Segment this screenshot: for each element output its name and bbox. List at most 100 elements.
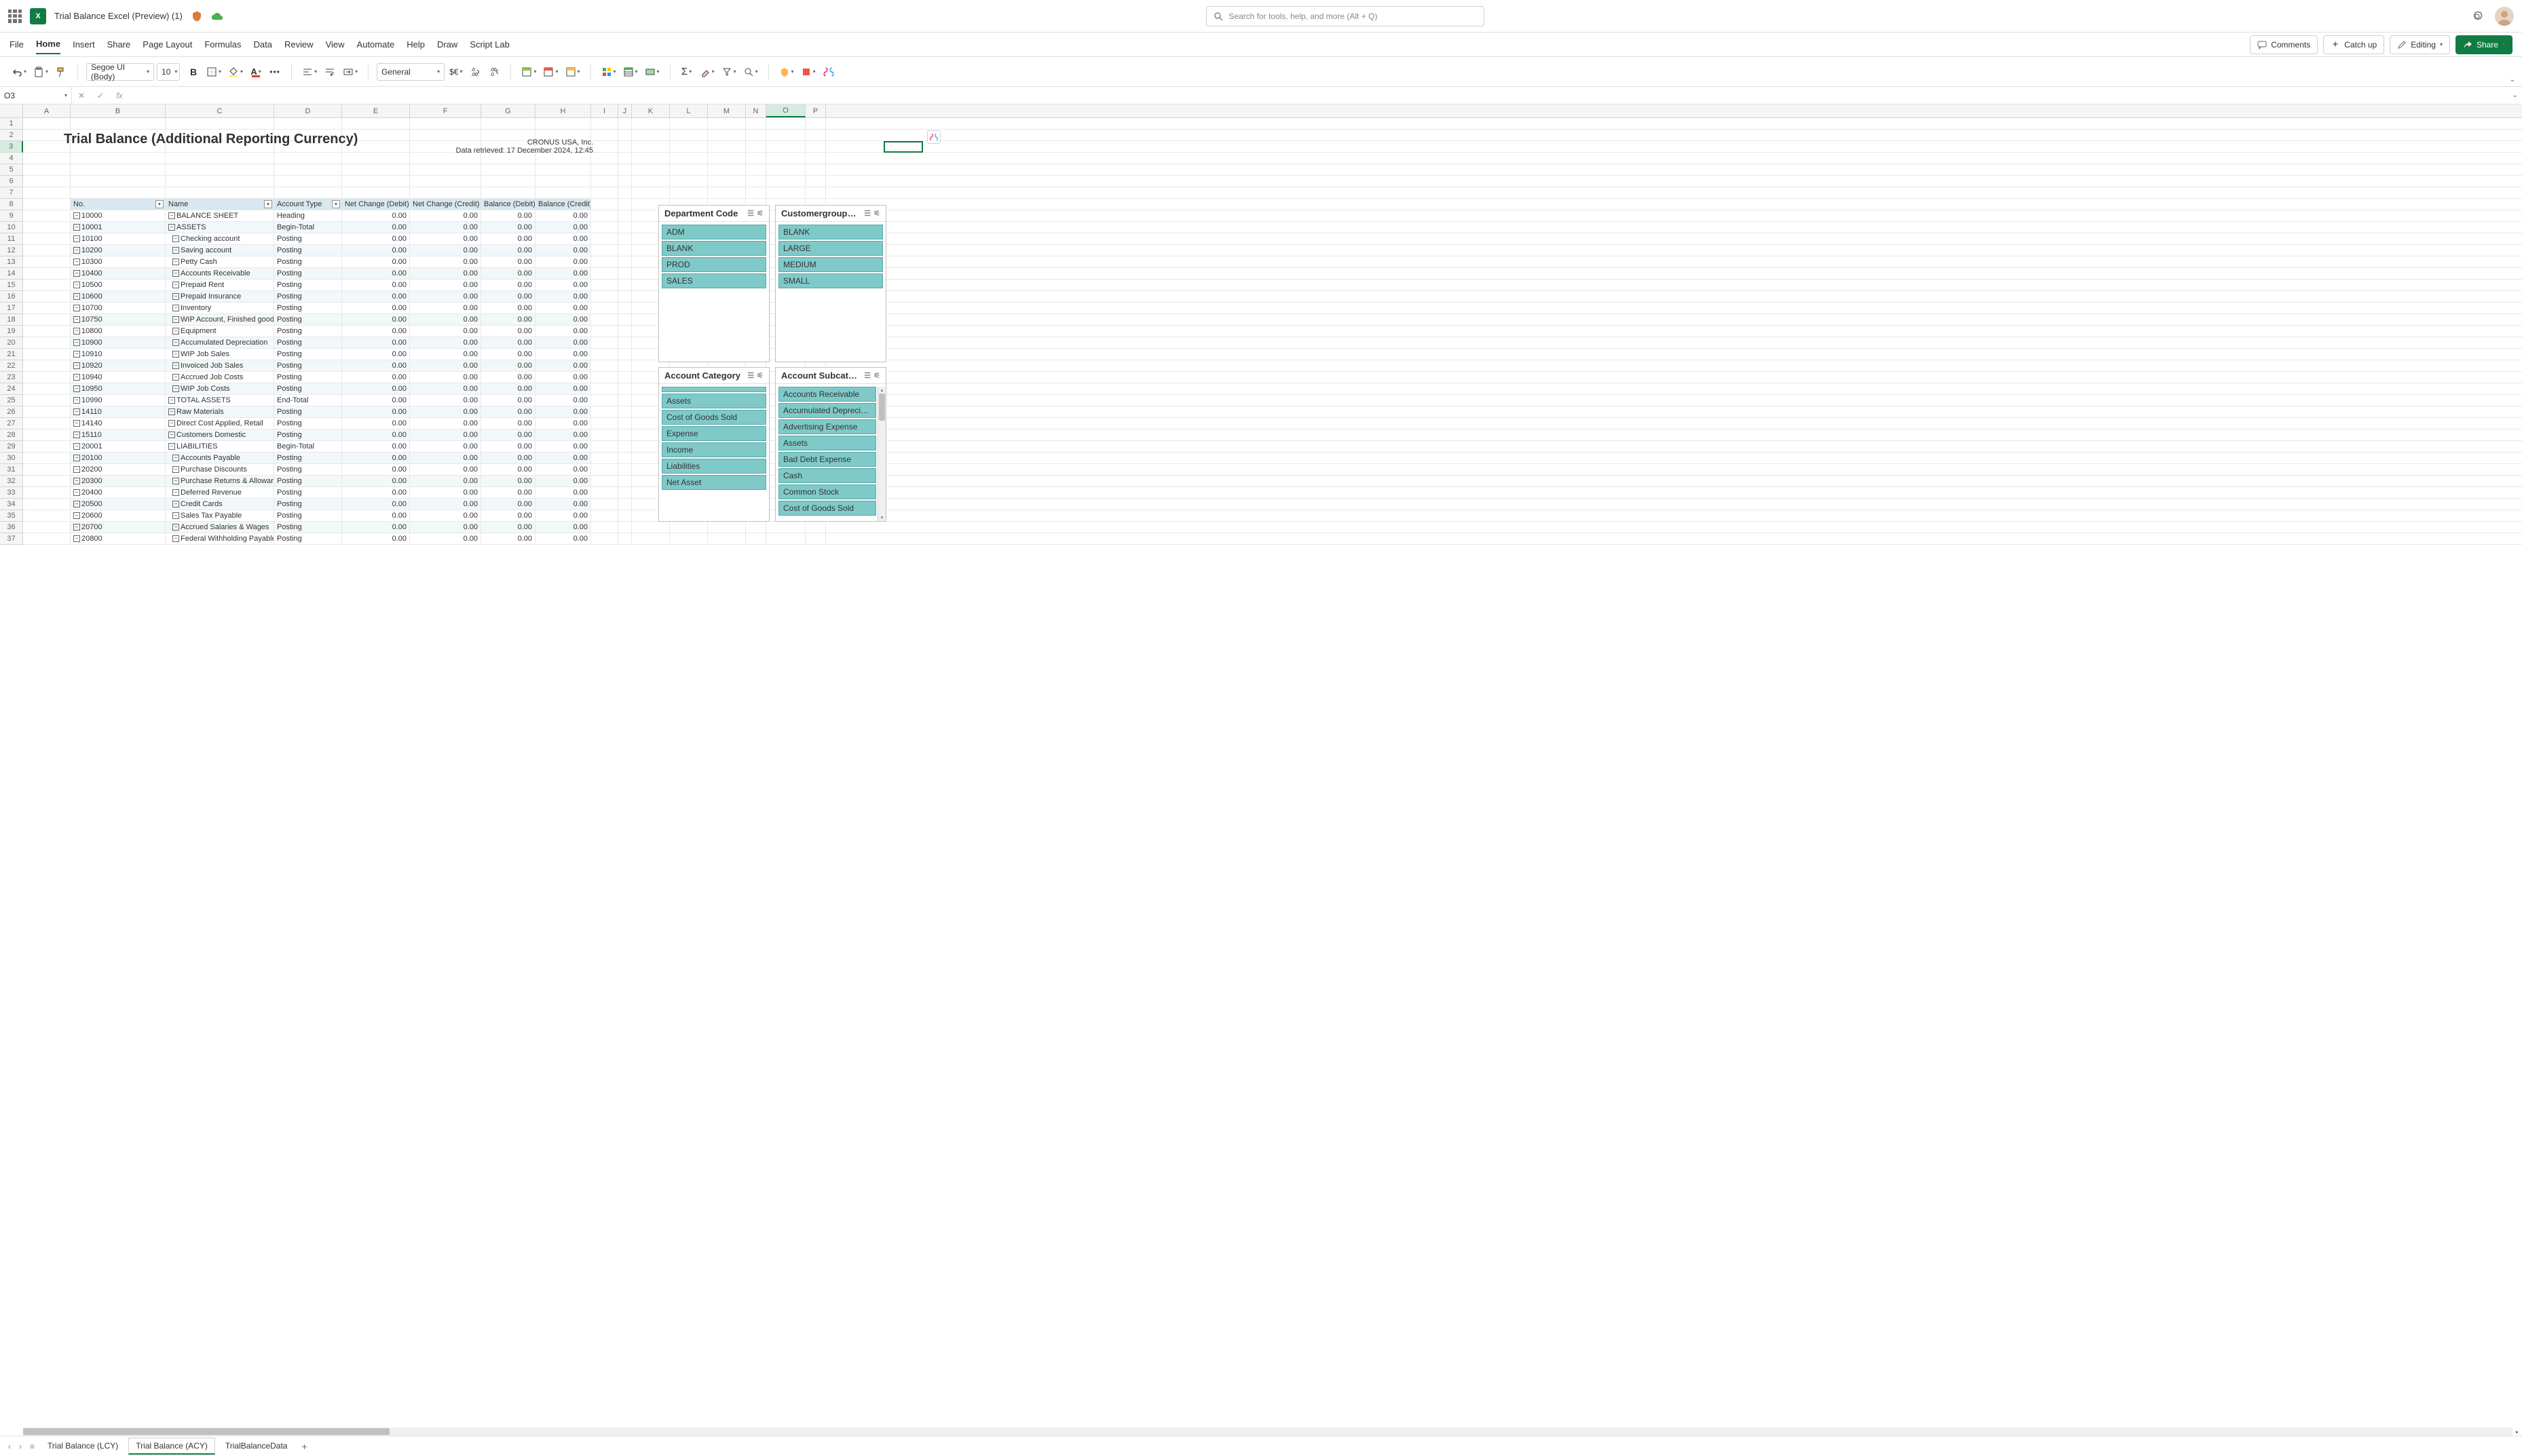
column-header[interactable]: I: [591, 104, 618, 117]
cell[interactable]: −Sales Tax Payable: [166, 510, 274, 521]
cell[interactable]: [342, 164, 410, 175]
cell[interactable]: [670, 141, 708, 152]
cell[interactable]: 0.00: [410, 533, 481, 544]
cell[interactable]: [618, 118, 632, 129]
cell[interactable]: [618, 487, 632, 498]
cell[interactable]: [618, 199, 632, 210]
cell[interactable]: Balance (Credit): [535, 199, 591, 210]
cell[interactable]: 0.00: [535, 453, 591, 463]
cell[interactable]: Posting: [274, 453, 342, 463]
find-button[interactable]: ▾: [741, 62, 760, 81]
outline-toggle-icon[interactable]: −: [172, 339, 179, 346]
cell[interactable]: [591, 130, 618, 140]
row-header[interactable]: 33: [0, 487, 23, 499]
cell[interactable]: 0.00: [342, 406, 410, 417]
cell[interactable]: [23, 499, 71, 510]
cell[interactable]: [274, 164, 342, 175]
cell[interactable]: [708, 187, 746, 198]
cell[interactable]: 0.00: [410, 245, 481, 256]
row-header[interactable]: 13: [0, 256, 23, 268]
cell[interactable]: Posting: [274, 487, 342, 498]
cancel-formula-icon[interactable]: ✕: [72, 91, 91, 100]
slicer-item[interactable]: Accumulated Depreci…: [778, 403, 876, 418]
cell[interactable]: 0.00: [535, 337, 591, 348]
cell[interactable]: Posting: [274, 314, 342, 325]
cell[interactable]: [670, 118, 708, 129]
cell[interactable]: [23, 464, 71, 475]
cell[interactable]: 0.00: [481, 418, 535, 429]
cell[interactable]: [746, 187, 766, 198]
cell[interactable]: 0.00: [481, 383, 535, 394]
cell[interactable]: [23, 256, 71, 267]
outline-toggle-icon[interactable]: −: [73, 489, 80, 496]
all-sheets-icon[interactable]: ≡: [27, 1442, 37, 1451]
outline-toggle-icon[interactable]: −: [172, 258, 179, 265]
menu-tab-data[interactable]: Data: [254, 35, 272, 54]
outline-toggle-icon[interactable]: −: [73, 524, 80, 531]
outline-toggle-icon[interactable]: −: [73, 466, 80, 473]
cell[interactable]: [632, 153, 670, 164]
cell[interactable]: 0.00: [481, 441, 535, 452]
cell[interactable]: −Credit Cards: [166, 499, 274, 510]
cell[interactable]: [618, 337, 632, 348]
cell[interactable]: −Accumulated Depreciation: [166, 337, 274, 348]
cell[interactable]: [618, 533, 632, 544]
cell[interactable]: 0.00: [481, 303, 535, 313]
cell[interactable]: [766, 130, 806, 140]
cell[interactable]: [23, 164, 71, 175]
slicer-item[interactable]: Cash: [778, 468, 876, 483]
cell[interactable]: [618, 291, 632, 302]
column-header[interactable]: J: [618, 104, 632, 117]
cell[interactable]: Posting: [274, 245, 342, 256]
outline-toggle-icon[interactable]: −: [73, 258, 80, 265]
cell[interactable]: [166, 187, 274, 198]
cell[interactable]: [708, 522, 746, 533]
row-header[interactable]: 29: [0, 441, 23, 453]
cell[interactable]: 0.00: [342, 245, 410, 256]
cell[interactable]: −Direct Cost Applied, Retail: [166, 418, 274, 429]
cell[interactable]: [766, 141, 806, 152]
cell[interactable]: 0.00: [481, 499, 535, 510]
row-header[interactable]: 7: [0, 187, 23, 199]
cell[interactable]: [23, 280, 71, 290]
outline-toggle-icon[interactable]: −: [172, 489, 179, 496]
cell[interactable]: −Saving account: [166, 245, 274, 256]
cell[interactable]: [746, 130, 766, 140]
outline-toggle-icon[interactable]: −: [172, 478, 179, 484]
cell[interactable]: 0.00: [342, 337, 410, 348]
catchup-button[interactable]: Catch up: [2323, 35, 2384, 54]
cell[interactable]: [806, 130, 826, 140]
wrap-text-button[interactable]: [322, 62, 338, 81]
clear-filter-icon[interactable]: ⚟: [757, 371, 764, 380]
cell[interactable]: 0.00: [535, 233, 591, 244]
cell[interactable]: 0.00: [410, 372, 481, 383]
cell[interactable]: [274, 118, 342, 129]
cell[interactable]: 0.00: [410, 314, 481, 325]
cell[interactable]: −20600: [71, 510, 166, 521]
cell[interactable]: [591, 476, 618, 486]
cell[interactable]: [71, 153, 166, 164]
sensitivity-icon[interactable]: [191, 10, 203, 22]
cell[interactable]: [591, 268, 618, 279]
format-table-button[interactable]: ▾: [621, 62, 640, 81]
cell[interactable]: 0.00: [535, 372, 591, 383]
cell[interactable]: [23, 510, 71, 521]
slicer-scrollbar[interactable]: ▴▾: [878, 387, 886, 521]
cell[interactable]: 0.00: [342, 395, 410, 406]
menu-tab-share[interactable]: Share: [107, 35, 131, 54]
cell[interactable]: [23, 118, 71, 129]
row-header[interactable]: 4: [0, 153, 23, 164]
row-header[interactable]: 26: [0, 406, 23, 418]
outline-toggle-icon[interactable]: −: [73, 512, 80, 519]
cell[interactable]: No.▾: [71, 199, 166, 210]
slicer-item[interactable]: Assets: [662, 394, 766, 408]
cell[interactable]: 0.00: [410, 453, 481, 463]
outline-toggle-icon[interactable]: −: [73, 408, 80, 415]
outline-toggle-icon[interactable]: −: [172, 501, 179, 507]
cell[interactable]: Posting: [274, 533, 342, 544]
cell[interactable]: [766, 187, 806, 198]
cell[interactable]: [618, 406, 632, 417]
cell[interactable]: 0.00: [342, 210, 410, 221]
cell[interactable]: End-Total: [274, 395, 342, 406]
cell[interactable]: −BALANCE SHEET: [166, 210, 274, 221]
